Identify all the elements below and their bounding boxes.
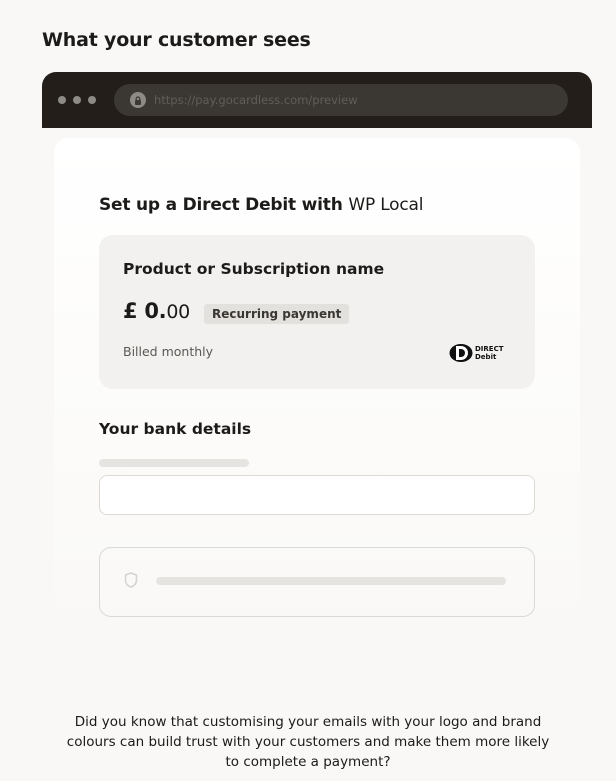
account-holder-field[interactable] xyxy=(99,475,535,515)
branding-tip: Did you know that customising your email… xyxy=(66,714,550,770)
section-title: What your customer sees xyxy=(42,29,311,51)
direct-debit-wordmark: DIRECT Debit xyxy=(475,345,504,361)
amount-main: £ 0. xyxy=(123,299,167,323)
browser-preview: https://pay.gocardless.com/preview Set u… xyxy=(42,72,592,647)
merchant-name: WP Local xyxy=(348,195,424,215)
direct-debit-line2: Debit xyxy=(475,353,497,361)
address-bar: https://pay.gocardless.com/preview xyxy=(114,84,568,116)
bank-details-title: Your bank details xyxy=(99,420,252,438)
direct-debit-line1: DIRECT xyxy=(475,345,504,353)
window-dot-icon xyxy=(58,96,66,104)
setup-title-text: Set up a Direct Debit with xyxy=(99,195,343,215)
payment-amount: £ 0.00 xyxy=(123,299,190,323)
lock-icon xyxy=(130,92,146,108)
direct-debit-logo: DIRECT Debit xyxy=(449,343,504,363)
amount-cents: 00 xyxy=(166,301,190,323)
product-summary: Product or Subscription name £ 0.00 Recu… xyxy=(99,235,535,389)
checkout-page: Set up a Direct Debit with WP Local Prod… xyxy=(54,138,580,647)
recurring-badge: Recurring payment xyxy=(204,304,350,324)
window-dot-icon xyxy=(88,96,96,104)
bank-account-field[interactable] xyxy=(99,547,535,617)
browser-toolbar: https://pay.gocardless.com/preview xyxy=(42,72,592,128)
field-label-placeholder xyxy=(99,459,249,467)
shield-icon xyxy=(124,572,138,592)
window-dot-icon xyxy=(73,96,81,104)
field-value-placeholder xyxy=(156,577,506,585)
direct-debit-icon xyxy=(449,344,473,362)
billing-frequency: Billed monthly xyxy=(123,344,214,359)
window-controls xyxy=(58,96,96,104)
browser-content: Set up a Direct Debit with WP Local Prod… xyxy=(42,128,592,647)
setup-title: Set up a Direct Debit with WP Local xyxy=(99,195,423,215)
address-url: https://pay.gocardless.com/preview xyxy=(154,93,358,107)
product-name: Product or Subscription name xyxy=(123,260,385,278)
